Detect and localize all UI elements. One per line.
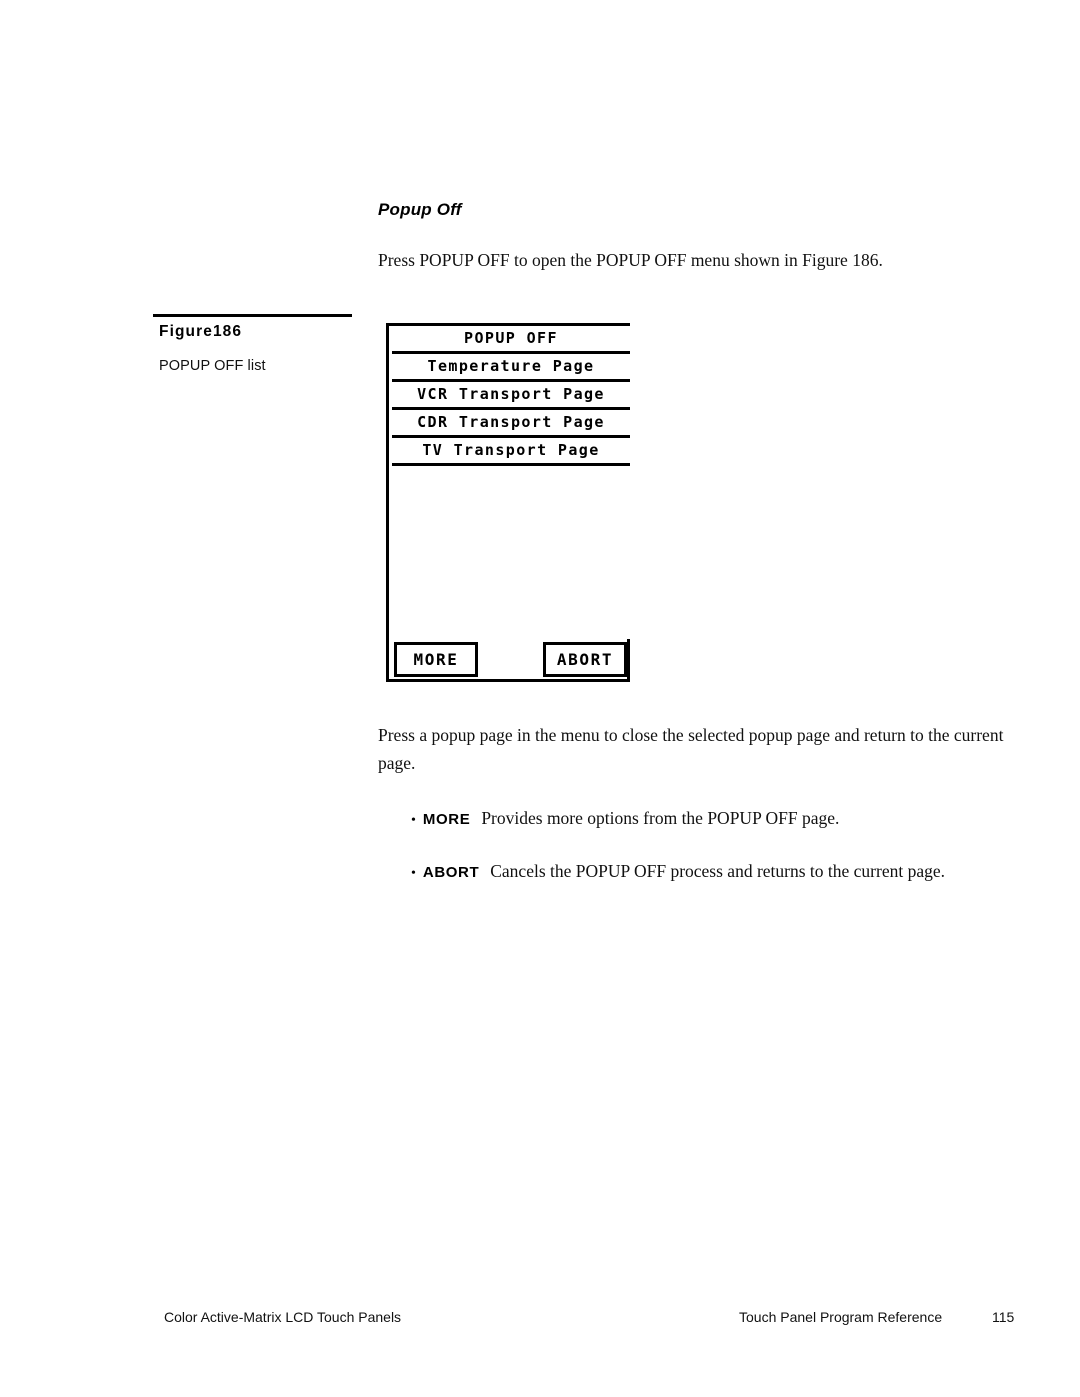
panel-list-item-label: CDR Transport Page (417, 413, 605, 431)
bullet-item-more: • MORE Provides more options from the PO… (411, 805, 1031, 833)
panel-abort-button[interactable]: ABORT (543, 642, 627, 677)
panel-list-item-vcr-transport-page[interactable]: VCR Transport Page (392, 382, 630, 410)
footer-page-number: 115 (992, 1309, 1015, 1325)
panel-more-button-label: MORE (413, 649, 459, 669)
panel-list-item-cdr-transport-page[interactable]: CDR Transport Page (392, 410, 630, 438)
panel-list-item-label: Temperature Page (427, 357, 595, 375)
touch-panel-figure: POPUP OFF Temperature Page VCR Transport… (386, 323, 630, 682)
panel-abort-button-label: ABORT (556, 649, 614, 669)
footer-right-text: Touch Panel Program Reference (739, 1309, 943, 1325)
explanation-paragraph: Press a popup page in the menu to close … (378, 725, 1004, 773)
footer-left-text: Color Active-Matrix LCD Touch Panels (164, 1309, 402, 1325)
figure-caption-divider (153, 314, 352, 317)
bullet-term-label: MORE (422, 811, 471, 828)
panel-empty-list-area (392, 466, 630, 639)
panel-more-button[interactable]: MORE (394, 642, 478, 677)
panel-title-row: POPUP OFF (392, 326, 630, 354)
bullet-description-text: Cancels the POPUP OFF process and return… (490, 861, 945, 881)
panel-list-item-label: VCR Transport Page (417, 385, 605, 403)
panel-list-item-temperature-page[interactable]: Temperature Page (392, 354, 630, 382)
bullet-item-abort: • ABORT Cancels the POPUP OFF process an… (411, 858, 1031, 886)
intro-paragraph: Press POPUP OFF to open the POPUP OFF me… (378, 250, 883, 270)
panel-list-item-tv-transport-page[interactable]: TV Transport Page (392, 438, 630, 466)
figure-description-label: POPUP OFF list (159, 358, 266, 374)
bullet-dot-icon: • (411, 866, 416, 881)
panel-list-item-label: TV Transport Page (422, 441, 600, 459)
bullet-dot-icon: • (411, 813, 416, 828)
bullet-description-text: Provides more options from the POPUP OFF… (481, 808, 840, 828)
section-heading: Popup Off (378, 200, 462, 219)
panel-title-label: POPUP OFF (464, 329, 558, 347)
figure-number-label: Figure186 (159, 323, 243, 340)
bullet-term-label: ABORT (422, 864, 480, 881)
